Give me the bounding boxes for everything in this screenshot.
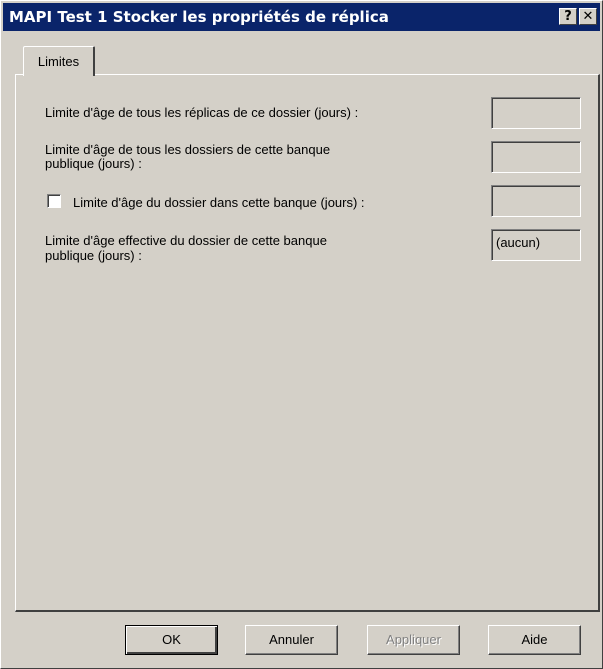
folders-age-field[interactable] <box>491 141 581 173</box>
folders-age-label-line2: publique (jours) : <box>45 156 142 171</box>
replica-age-label: Limite d'âge de tous les réplicas de ce … <box>45 105 359 120</box>
effective-age-label-line2: publique (jours) : <box>45 248 142 263</box>
title-bar[interactable]: MAPI Test 1 Stocker les propriétés de ré… <box>3 3 600 31</box>
effective-age-label-line1: Limite d'âge effective du dossier de cet… <box>45 233 327 248</box>
window-title: MAPI Test 1 Stocker les propriétés de ré… <box>9 8 389 26</box>
replica-age-field[interactable] <box>491 97 581 129</box>
help-button-label: Aide <box>521 632 548 647</box>
tab-label: Limites <box>37 54 80 69</box>
apply-button-label: Appliquer <box>386 632 441 647</box>
folder-age-checkbox-label[interactable]: Limite d'âge du dossier dans cette banqu… <box>73 195 365 210</box>
apply-button[interactable]: Appliquer <box>367 625 460 655</box>
tab-limites[interactable]: Limites <box>23 46 95 76</box>
ok-button[interactable]: OK <box>125 625 218 655</box>
dialog-window: MAPI Test 1 Stocker les propriétés de ré… <box>0 0 603 669</box>
help-icon[interactable]: ? <box>559 8 577 25</box>
ok-button-label: OK <box>162 632 181 647</box>
cancel-button-label: Annuler <box>269 632 314 647</box>
close-icon[interactable]: ✕ <box>579 8 597 25</box>
help-button[interactable]: Aide <box>488 625 581 655</box>
folder-age-checkbox[interactable] <box>47 194 61 208</box>
folders-age-label-line1: Limite d'âge de tous les dossiers de cet… <box>45 142 331 157</box>
folder-age-field <box>491 185 581 217</box>
effective-age-value: (aucun) <box>491 229 581 261</box>
cancel-button[interactable]: Annuler <box>245 625 338 655</box>
